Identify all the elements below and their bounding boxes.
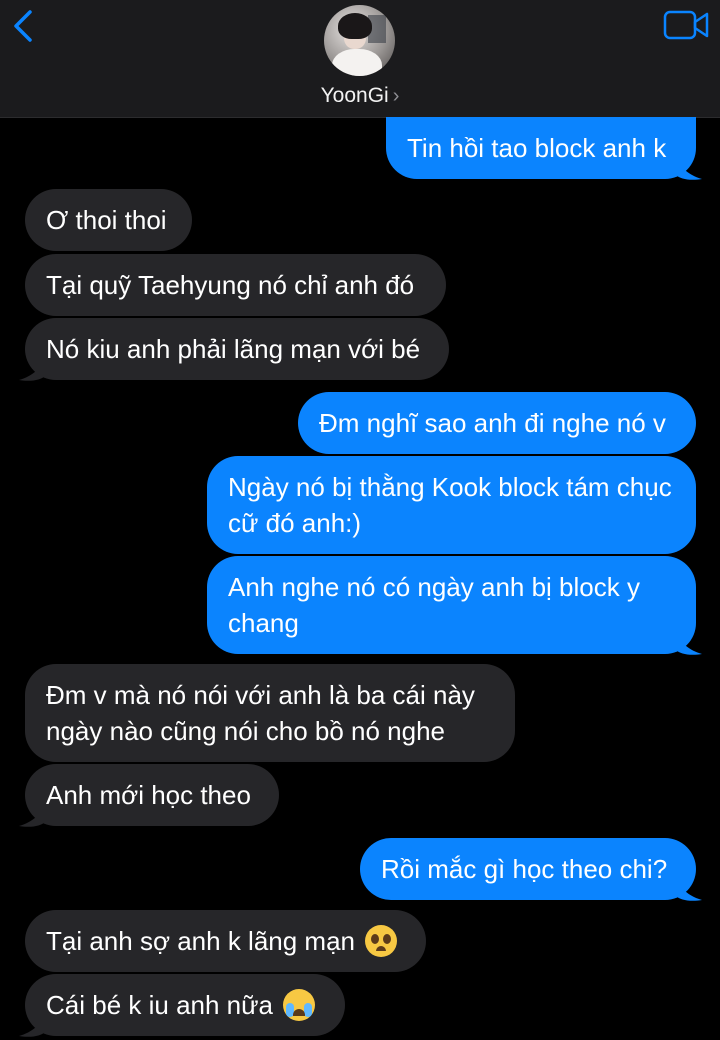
chevron-left-icon [14,10,32,42]
message-bubble-incoming[interactable]: Tại anh sợ anh k lãng mạn [25,910,426,972]
message-text: Đm nghĩ sao anh đi nghe nó v [319,408,666,438]
avatar[interactable] [324,5,395,76]
message-text: Rồi mắc gì học theo chi? [381,854,668,884]
message-bubble-incoming[interactable]: Anh mới học theo [25,764,279,826]
bubble-tail [676,878,702,901]
crying-face-emoji [283,989,315,1021]
message-bubble-outgoing[interactable]: Ngày nó bị thằng Kook block tám chục cữ … [207,456,696,554]
message-bubble-outgoing[interactable]: Tin hồi tao block anh k [386,117,696,179]
video-call-button[interactable] [662,8,710,42]
conversation-header: YoonGi › [0,0,720,118]
bubble-tail [19,1014,45,1037]
message-bubble-incoming[interactable]: Đm v mà nó nói với anh là ba cái này ngà… [25,664,515,762]
message-bubble-outgoing[interactable]: Anh nghe nó có ngày anh bị block y chang [207,556,696,654]
message-bubble-incoming[interactable]: Ơ thoi thoi [25,189,192,251]
message-text: Anh mới học theo [46,780,251,810]
contact-name-button[interactable]: YoonGi › [0,84,720,108]
bubble-tail [19,804,45,827]
chevron-right-icon: › [392,85,400,107]
message-bubble-incoming[interactable]: Nó kiu anh phải lãng mạn với bé [25,318,449,380]
message-text: Tại anh sợ anh k lãng mạn [46,926,356,956]
video-camera-icon [663,10,709,40]
message-bubble-incoming[interactable]: Cái bé k iu anh nữa [25,974,345,1036]
bubble-tail [676,157,702,180]
contact-name: YoonGi [320,84,389,107]
message-text: Ơ thoi thoi [46,205,167,235]
message-text: Anh nghe nó có ngày anh bị block y chang [228,572,640,638]
pleading-face-emoji [365,925,398,957]
message-text: Cái bé k iu anh nữa [46,990,273,1020]
message-text: Ngày nó bị thằng Kook block tám chục cữ … [228,472,672,538]
message-text: Tin hồi tao block anh k [407,133,667,163]
message-bubble-outgoing[interactable]: Rồi mắc gì học theo chi? [360,838,696,900]
message-text: Tại quỹ Taehyung nó chỉ anh đó [46,270,415,300]
message-bubble-incoming[interactable]: Tại quỹ Taehyung nó chỉ anh đó [25,254,446,316]
back-button[interactable] [8,8,42,44]
bubble-tail [676,632,702,655]
message-text: Đm v mà nó nói với anh là ba cái này ngà… [46,680,475,746]
message-bubble-outgoing[interactable]: Đm nghĩ sao anh đi nghe nó v [298,392,696,454]
message-text: Nó kiu anh phải lãng mạn với bé [46,334,421,364]
bubble-tail [19,358,45,381]
